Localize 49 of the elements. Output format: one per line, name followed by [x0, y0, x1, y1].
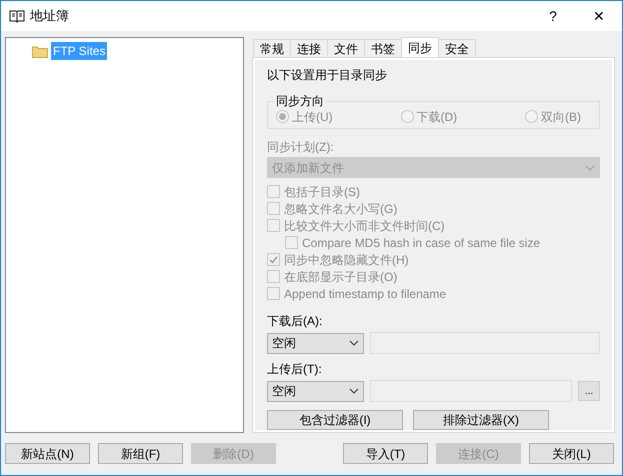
chevron-down-icon [349, 340, 359, 346]
tab[interactable]: 安全 [438, 39, 476, 57]
checkbox[interactable] [285, 236, 298, 249]
checkbox[interactable] [267, 219, 280, 232]
schedule-label: 同步计划(Z): [267, 139, 335, 156]
dialog-button[interactable]: 新站点(N) [5, 443, 90, 464]
after-upload-label: 上传后(T): [267, 361, 323, 378]
tab[interactable]: 文件 [327, 39, 365, 57]
radio-button[interactable] [525, 110, 538, 123]
book-icon [9, 9, 25, 23]
intro-text: 以下设置用于目录同步 [267, 67, 388, 84]
checkbox-label: 忽略文件名大小写(G) [284, 200, 398, 218]
radio-label: 双向(B) [541, 108, 581, 126]
checkbox[interactable] [267, 202, 280, 215]
chevron-down-icon [585, 164, 595, 170]
checkbox-label: 在底部显示子目录(O) [284, 268, 398, 286]
dialog-button[interactable]: 导入(T) [343, 443, 428, 464]
tab[interactable]: 连接 [290, 39, 328, 57]
filter-button[interactable]: 排除过滤器(X) [413, 410, 549, 430]
dialog-button[interactable]: 新组(F) [98, 443, 183, 464]
checkbox-label: 包括子目录(S) [284, 184, 360, 200]
after-upload-dropdown[interactable]: 空闲 [267, 380, 364, 402]
checkbox-label: Append timestamp to filename [284, 286, 446, 302]
checkbox-label: 同步中忽略隐藏文件(H) [284, 252, 409, 268]
radio-button[interactable] [400, 110, 414, 123]
browse-button[interactable]: ... [578, 381, 600, 401]
after-download-dropdown[interactable]: 空闲 [267, 332, 364, 354]
tab[interactable]: 同步 [401, 37, 439, 57]
folder-icon [32, 44, 48, 58]
checkbox-label: 比较文件大小而非文件时间(C) [284, 218, 445, 234]
after-download-label: 下载后(A): [267, 313, 324, 330]
window-title: 地址簿 [30, 7, 69, 26]
checkbox[interactable] [267, 287, 280, 300]
chevron-down-icon [349, 388, 359, 394]
radio-button[interactable] [276, 110, 289, 123]
tab[interactable]: 书签 [364, 39, 402, 57]
checkbox-label: Compare MD5 hash in case of same file size [302, 234, 540, 252]
checkbox[interactable] [267, 253, 280, 266]
group-legend: 同步方向 [274, 93, 326, 109]
radio-label: 下载(D) [416, 108, 458, 126]
help-button[interactable]: ? [530, 1, 576, 31]
radio-label: 上传(U) [292, 108, 333, 126]
checkmark-icon [269, 256, 278, 264]
filter-button[interactable]: 包含过滤器(I) [267, 410, 403, 430]
checkbox[interactable] [267, 185, 280, 198]
tab[interactable]: 常规 [253, 39, 291, 57]
close-button[interactable]: ✕ [576, 1, 622, 31]
dialog-button[interactable]: 关闭(L) [529, 443, 614, 464]
checkbox[interactable] [267, 270, 280, 283]
